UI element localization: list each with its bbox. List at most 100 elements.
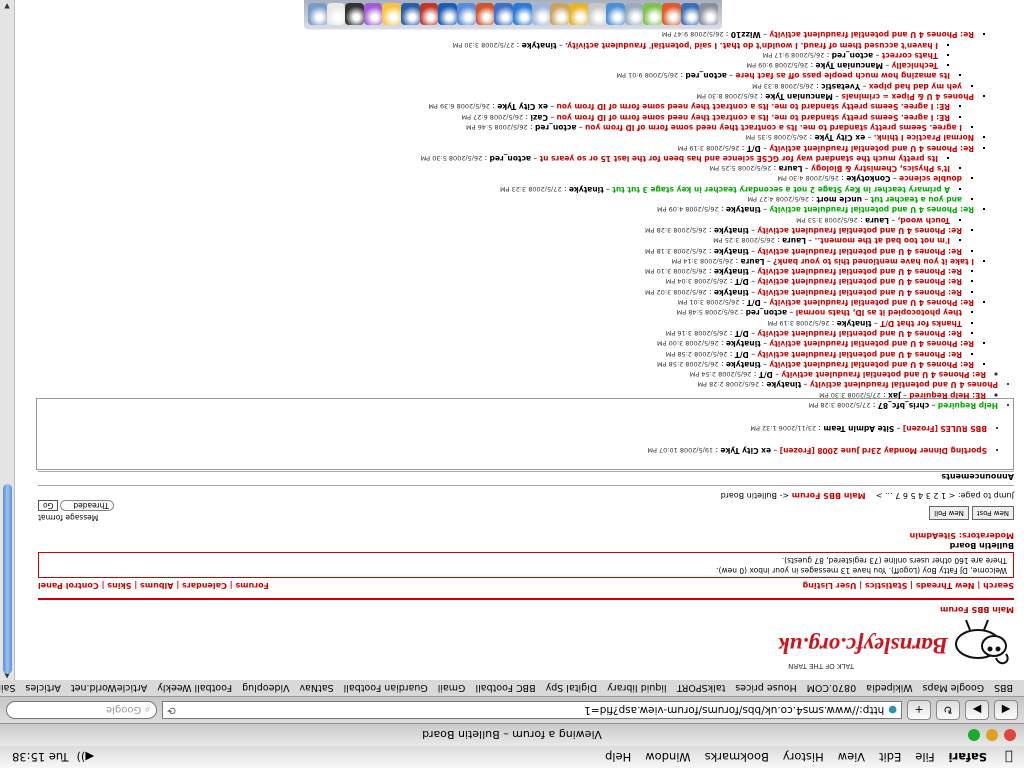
thread-title[interactable]: I haven't accused them of fraud. I would… (565, 41, 938, 50)
bookmark-item[interactable]: Gmail (433, 682, 471, 693)
thread-title[interactable]: Its pretty much the standard way for GCS… (540, 154, 938, 163)
back-button[interactable]: ◀ (994, 700, 1018, 720)
thread-author[interactable]: D/T (747, 298, 761, 307)
dock-app-icon[interactable] (550, 3, 569, 26)
thread-title[interactable]: Touch wood, (898, 216, 950, 225)
thread-author[interactable]: Laura (865, 216, 889, 225)
vertical-scrollbar[interactable]: ▲ ▼ (0, 0, 15, 680)
thread-author[interactable]: acton_red (535, 123, 577, 132)
bookmark-item[interactable]: Google Maps (918, 682, 990, 693)
apple-menu-icon[interactable]:  (994, 750, 1024, 765)
dock-app-icon[interactable] (643, 3, 663, 26)
thread-title[interactable]: Phones 4 U and potential fraudulent acti… (810, 380, 998, 389)
bookmark-item[interactable]: 0870.COM (802, 682, 862, 693)
thread-author[interactable]: ex City Tyke (815, 133, 866, 142)
thread-title[interactable]: Re: Phones 4 U and potential fraudulent … (769, 360, 974, 369)
thread-title[interactable]: Phones 4 U & Pipex = criminals (841, 92, 974, 101)
message-format-select[interactable]: Threaded (60, 500, 115, 511)
thread-author[interactable]: Laura (741, 257, 765, 266)
new-post-button[interactable]: New Post (971, 506, 1014, 520)
snapback-icon[interactable]: ⟳ (167, 704, 176, 716)
dock-app-icon[interactable] (457, 3, 476, 26)
thread-title[interactable]: Re: Phones 4 U and potential fraudulent … (757, 350, 962, 359)
thread-title[interactable]: Re: Phones 4 U and potential fraudulent … (781, 370, 986, 379)
thread-title[interactable]: Technically (892, 61, 938, 70)
go-button[interactable]: Go (38, 500, 59, 511)
thread-title[interactable]: they photocopied it as ID, thats normal (796, 308, 962, 317)
thread-author[interactable]: D/T (759, 370, 773, 379)
menu-help[interactable]: Help (598, 750, 638, 764)
bookmark-item[interactable]: BBS (989, 682, 1018, 693)
thread-author[interactable]: Mancunian Tyke (765, 92, 833, 101)
thread-author[interactable]: tinatyke (766, 380, 801, 389)
thread-author[interactable]: tinatyke (726, 205, 761, 214)
dock-app-icon[interactable] (345, 3, 364, 26)
dock-app-icon[interactable] (568, 3, 588, 26)
minimize-window-icon[interactable] (986, 729, 998, 741)
thread-title[interactable]: Re: Phones 4 U and potential fraudulent … (769, 298, 974, 307)
thread-title[interactable]: I take it you have mentioned this to you… (773, 257, 974, 266)
thread-title[interactable]: Re: Phones 4 U and potential fraudulent … (757, 329, 962, 338)
thread-title[interactable]: Re: Phones 4 U and potential fraudulent … (757, 247, 962, 256)
dock-app-icon[interactable] (606, 3, 625, 26)
thread-title[interactable]: I agree. Seems pretty standard to me. It… (585, 123, 962, 132)
dock-app-icon[interactable] (438, 3, 458, 26)
bookmark-item[interactable]: talkSPORT (672, 682, 731, 693)
zoom-window-icon[interactable] (968, 729, 980, 741)
forum-crumb-rest[interactable]: <- Bulletin Board (721, 491, 790, 500)
thread-title[interactable]: Re: Phones 4 U and potential fraudulent … (757, 288, 962, 297)
thread-title[interactable]: Re: Phones 4 U and potential fraudulent … (769, 144, 974, 153)
menu-safari[interactable]: Safari (942, 750, 994, 764)
thread-author[interactable]: Mancunian Tyke (815, 61, 883, 70)
scroll-down-icon[interactable]: ▼ (2, 0, 12, 10)
bookmark-item[interactable]: House prices (730, 682, 801, 693)
bookmark-item[interactable]: Digital Spy (541, 682, 603, 693)
thread-title[interactable]: Re: Phones 4 U and potential fraudulent … (757, 277, 962, 286)
thread-author[interactable]: tinatyke (714, 267, 749, 276)
dock-app-icon[interactable] (307, 3, 327, 26)
reload-button[interactable]: ↻ (936, 700, 960, 720)
menu-file[interactable]: File (908, 750, 941, 764)
thread-title[interactable]: Normal Practice I think. (874, 133, 974, 142)
breadcrumb[interactable]: Main BBS Forum (940, 605, 1014, 614)
address-bar[interactable]: ● http://www.sms4.co.uk/bbs/forums/forum… (162, 701, 902, 719)
thread-author[interactable]: tinatyke (714, 226, 749, 235)
volume-icon[interactable]: ◀)) (76, 750, 94, 764)
thread-title[interactable]: Re: Phones 4 U and potential fraudulent … (769, 30, 974, 39)
bookmark-item[interactable]: Guardian Football (339, 682, 433, 693)
thread-author[interactable]: chris_bfc_87 (878, 401, 930, 410)
bookmark-item[interactable]: Wikipedia (861, 682, 917, 693)
dock-app-icon[interactable] (680, 3, 700, 26)
thread-title[interactable]: Re: Phones 4 U and potential fraudulent … (757, 226, 962, 235)
dock-app-icon[interactable] (587, 3, 607, 26)
thread-author[interactable]: D/T (735, 329, 749, 338)
thread-author[interactable]: Jax (888, 391, 901, 400)
thread-author[interactable]: tinatyke (837, 319, 872, 328)
thread-title[interactable]: It's Physics, Chemistry & Biology (811, 164, 950, 173)
thread-author[interactable]: Yvetastic (821, 82, 860, 91)
thread-author[interactable]: Laura (779, 164, 803, 173)
thread-author[interactable]: tinatyke (714, 247, 749, 256)
thread-title[interactable]: Re: Phones 4 U and potential fraudulent … (757, 267, 962, 276)
close-window-icon[interactable] (1004, 729, 1016, 741)
thread-title[interactable]: Thanks for that D/T (880, 319, 962, 328)
thread-author[interactable]: Cazi (530, 113, 548, 122)
menu-history[interactable]: History (776, 750, 831, 764)
dock-app-icon[interactable] (363, 3, 383, 26)
thread-author[interactable]: D/T (735, 350, 749, 359)
scroll-thumb[interactable] (3, 484, 12, 674)
thread-title[interactable]: Help Required (938, 401, 998, 410)
site-logo[interactable]: Barnsleyfc.org.uk TALK OF THE TARN (724, 616, 1014, 676)
announcement-author[interactable]: Site Admin Team (823, 424, 894, 433)
dock-app-icon[interactable] (624, 3, 644, 26)
menu-window[interactable]: Window (638, 750, 697, 764)
thread-author[interactable]: D/T (747, 144, 761, 153)
thread-title[interactable]: Its amazing how much people pass off as … (735, 72, 950, 81)
bookmark-item[interactable]: Football Weekly (152, 682, 237, 693)
thread-author[interactable]: acton_red (832, 51, 874, 60)
search-field[interactable]: ⌕ Google (6, 701, 157, 719)
thread-title[interactable]: RE: Help Required (909, 391, 986, 400)
forum-crumb[interactable]: Main BBS Forum (792, 491, 866, 500)
thread-author[interactable]: Conkotyke (846, 174, 890, 183)
thread-title[interactable]: I'm not too bad at the moment.. (815, 236, 950, 245)
